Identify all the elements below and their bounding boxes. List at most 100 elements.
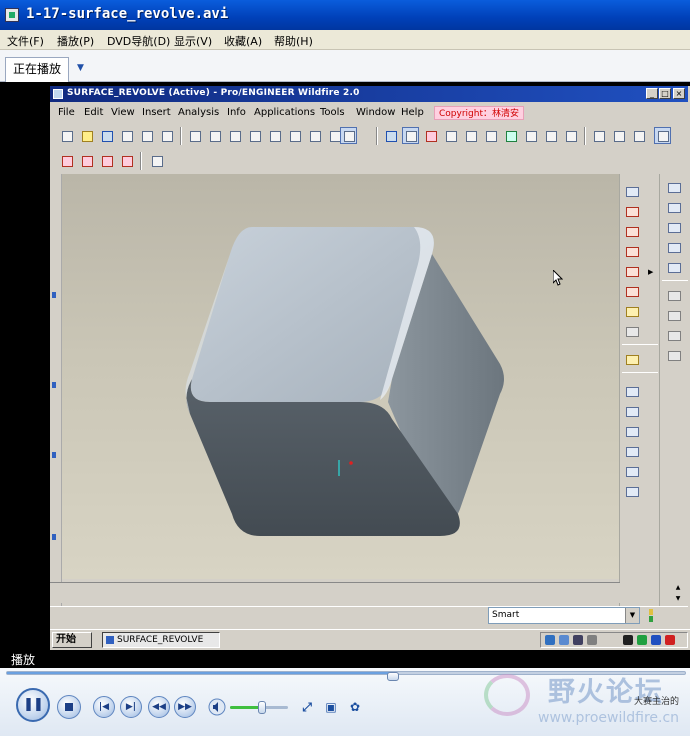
watermark-ring-logo <box>484 674 530 716</box>
solidify-tool-icon <box>666 348 682 363</box>
email-link-icon <box>158 127 175 144</box>
warp-tool-icon <box>624 484 640 499</box>
email-icon <box>138 127 155 144</box>
proe-message-area <box>50 582 620 603</box>
proe-toolbar-datum <box>54 149 234 173</box>
print-icon <box>118 127 135 144</box>
rewind-button[interactable]: ◀◀ <box>148 696 170 718</box>
volume-thumb[interactable] <box>257 701 266 714</box>
edit-notes-icon <box>624 352 640 367</box>
context-help-icon <box>148 152 165 169</box>
stop-button[interactable] <box>57 695 81 719</box>
fullscreen-icon[interactable]: ⤢ <box>300 700 314 714</box>
navigator-marker <box>52 534 56 540</box>
proe-menu-edit: Edit <box>84 107 104 118</box>
proe-menu-insert: Insert <box>142 107 171 118</box>
volume-slider[interactable] <box>230 701 288 714</box>
saved-views-icon <box>522 127 539 144</box>
shading-icon <box>654 127 671 144</box>
tab-now-playing[interactable]: 正在播放 <box>5 57 69 82</box>
repaint-icon <box>382 127 399 144</box>
spin-center-icon <box>402 127 419 144</box>
watermark-forum-url: www.proewildfire.cn <box>538 710 680 726</box>
tab-dropdown-arrow-icon[interactable]: ▼ <box>77 63 84 73</box>
tray-display-icon <box>559 635 569 645</box>
proe-toolbar-main <box>54 124 684 148</box>
video-windows-taskbar: 开始 SURFACE_REVOLVE <box>50 629 690 649</box>
menu-view[interactable]: 显示(V) <box>174 33 212 49</box>
menu-help[interactable]: 帮助(H) <box>274 33 313 49</box>
snapshot-camera-icon[interactable]: ▣ <box>324 700 338 714</box>
tray-printer-icon <box>587 635 597 645</box>
redo-icon <box>206 127 223 144</box>
draft-tool-icon <box>666 240 682 255</box>
system-tray <box>540 632 688 648</box>
datum-axis-tool-icon <box>624 224 640 239</box>
player-app-icon <box>5 8 19 22</box>
mouse-pointer-icon <box>553 270 563 286</box>
player-title-bar[interactable]: 1-17-surface_revolve.avi <box>0 0 690 30</box>
view-manager-icon <box>562 127 579 144</box>
paste-special-icon <box>286 127 303 144</box>
player-status-bar: 播放 <box>0 650 690 668</box>
pause-button[interactable]: ❚❚ <box>16 688 50 722</box>
no-hidden-icon <box>630 127 647 144</box>
watermark-side-text: 大赛主治的 <box>634 697 680 707</box>
tray-ime-icon <box>651 635 661 645</box>
proe-engineering-toolbar <box>659 174 689 614</box>
revolve-tool-icon <box>624 404 640 419</box>
fast-forward-icon: ▶▶ <box>178 702 192 712</box>
orient-mode-icon <box>422 127 439 144</box>
coordinate-system-display-icon <box>118 152 135 169</box>
scroll-up-arrow-icon: ▲ <box>672 583 684 593</box>
menu-dvd-nav[interactable]: DVD导航(D) <box>107 33 170 49</box>
menu-favorites[interactable]: 收藏(A) <box>224 33 262 49</box>
seek-thumb[interactable] <box>387 672 400 681</box>
shell-tool-icon <box>666 200 682 215</box>
paste-icon <box>266 127 283 144</box>
datum-plane-display-icon <box>58 152 75 169</box>
player-window-title: 1-17-surface_revolve.avi <box>26 6 229 22</box>
regenerate-icon <box>306 127 323 144</box>
datum-plane-tool-icon <box>624 204 640 219</box>
proe-title-bar: SURFACE_REVOLVE (Active) - Pro/ENGINEER … <box>50 86 688 102</box>
next-button[interactable]: ▶| <box>120 696 142 718</box>
hole-tool-icon <box>666 180 682 195</box>
stop-icon <box>58 696 80 718</box>
forum-watermark-logo: 野火论坛 大赛主治的 www.proewildfire.cn <box>478 668 690 736</box>
copy-icon <box>246 127 263 144</box>
save-icon <box>98 127 115 144</box>
datum-point-display-icon <box>98 152 115 169</box>
taskbar-item-surface-revolve: SURFACE_REVOLVE <box>102 632 220 648</box>
toolbar-divider <box>622 344 658 345</box>
flyout-arrow-icon: ▶ <box>648 268 654 276</box>
toolbar-separator <box>584 127 586 145</box>
proe-left-navigator-strip <box>50 174 62 606</box>
proe-menu-info: Info <box>227 107 246 118</box>
proe-app-icon <box>53 89 63 99</box>
start-button: 开始 <box>52 632 92 648</box>
refit-icon <box>482 127 499 144</box>
round-tool-icon <box>666 260 682 275</box>
skip-next-icon: ▶| <box>125 702 137 712</box>
boundary-blend-icon <box>624 444 640 459</box>
trim-tool-icon <box>666 288 682 303</box>
datum-axis-display-icon <box>78 152 95 169</box>
player-tab-bar: 正在播放 ▼ <box>0 50 690 82</box>
message-scroll-arrows: ▲ ▼ <box>668 582 688 606</box>
rewind-icon: ◀◀ <box>152 702 166 712</box>
volume-speaker-icon[interactable] <box>208 698 226 716</box>
fast-forward-button[interactable]: ▶▶ <box>174 696 196 718</box>
proe-menu-tools: Tools <box>320 107 345 118</box>
navigator-marker <box>52 382 56 388</box>
menu-file[interactable]: 文件(F) <box>7 33 44 49</box>
skip-previous-icon: |◀ <box>98 702 110 712</box>
variable-sweep-icon <box>624 424 640 439</box>
intersect-tool-icon <box>666 328 682 343</box>
extrude-tool-icon <box>624 384 640 399</box>
style-tool-icon <box>624 464 640 479</box>
previous-button[interactable]: |◀ <box>93 696 115 718</box>
filter-dropdown-arrow-icon: ▼ <box>625 608 639 623</box>
menu-play[interactable]: 播放(P) <box>57 33 94 49</box>
settings-gear-icon[interactable]: ✿ <box>348 700 362 714</box>
